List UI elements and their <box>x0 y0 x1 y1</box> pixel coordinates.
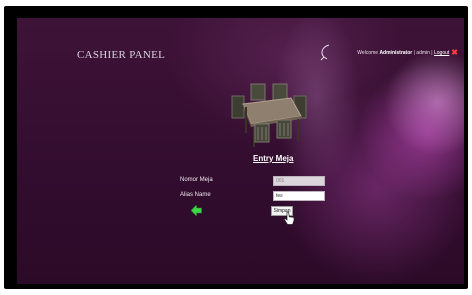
green-back-arrow-icon[interactable] <box>191 205 202 216</box>
field-label-nomor-meja: Nomor Meja <box>180 177 213 183</box>
welcome-text: Welcome <box>357 50 379 56</box>
user-name: Administrator <box>379 50 413 56</box>
user-role: admin <box>416 50 430 56</box>
app-title: CASHIER PANEL <box>77 49 166 61</box>
monitor-frame: CASHIER PANEL Welcome Administrator | ad… <box>4 6 468 289</box>
hand-cursor-icon <box>284 211 295 225</box>
alias-name-input[interactable] <box>273 191 325 201</box>
dining-table-icon <box>231 83 307 147</box>
field-label-alias-name: Alias Name <box>180 192 211 198</box>
close-x-icon[interactable]: ✖ <box>451 48 458 57</box>
logout-link[interactable]: Logout <box>434 50 449 56</box>
nomor-meja-input[interactable] <box>273 176 325 186</box>
app-screen: CASHIER PANEL Welcome Administrator | ad… <box>17 18 464 284</box>
form-heading: Entry Meja <box>253 154 294 163</box>
decorative-swirl-icon <box>320 44 330 61</box>
user-bar: Welcome Administrator | admin | Logout ✖ <box>357 48 458 57</box>
